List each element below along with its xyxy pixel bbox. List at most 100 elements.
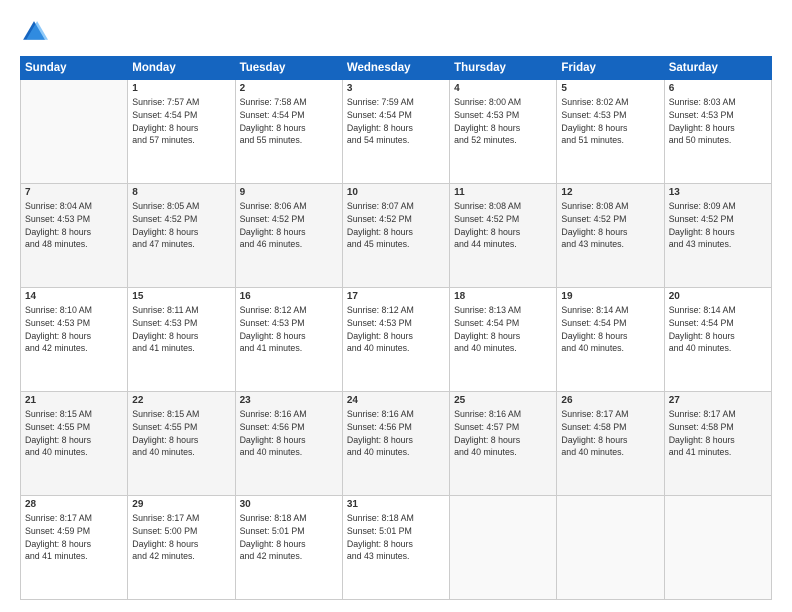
daylight-hours: Daylight: 8 hours <box>132 435 198 445</box>
calendar-cell: 13Sunrise: 8:09 AMSunset: 4:52 PMDayligh… <box>664 184 771 288</box>
cell-info: Sunrise: 8:18 AMSunset: 5:01 PMDaylight:… <box>347 512 445 563</box>
cell-line: Sunrise: 8:13 AM <box>454 305 521 315</box>
cell-line: and 57 minutes. <box>132 135 195 145</box>
cell-line: and 40 minutes. <box>240 447 303 457</box>
daylight-hours: Daylight: 8 hours <box>454 123 520 133</box>
calendar-cell <box>557 496 664 600</box>
cell-line: Sunset: 4:53 PM <box>25 318 90 328</box>
cell-line: and 42 minutes. <box>132 551 195 561</box>
day-number: 16 <box>240 291 338 302</box>
cell-line: and 41 minutes. <box>240 343 303 353</box>
cell-line: and 43 minutes. <box>347 551 410 561</box>
day-number: 31 <box>347 499 445 510</box>
calendar-cell: 18Sunrise: 8:13 AMSunset: 4:54 PMDayligh… <box>450 288 557 392</box>
cell-line: Sunset: 4:53 PM <box>132 318 197 328</box>
cell-line: Sunset: 4:56 PM <box>347 422 412 432</box>
calendar-cell: 25Sunrise: 8:16 AMSunset: 4:57 PMDayligh… <box>450 392 557 496</box>
calendar-header-cell: Tuesday <box>235 57 342 80</box>
day-number: 17 <box>347 291 445 302</box>
daylight-hours: Daylight: 8 hours <box>240 331 306 341</box>
calendar-cell: 22Sunrise: 8:15 AMSunset: 4:55 PMDayligh… <box>128 392 235 496</box>
calendar-header-row: SundayMondayTuesdayWednesdayThursdayFrid… <box>21 57 772 80</box>
cell-line: Sunset: 4:53 PM <box>669 110 734 120</box>
cell-info: Sunrise: 8:04 AMSunset: 4:53 PMDaylight:… <box>25 200 123 251</box>
cell-line: and 47 minutes. <box>132 239 195 249</box>
cell-line: Sunrise: 8:17 AM <box>561 409 628 419</box>
daylight-hours: Daylight: 8 hours <box>454 435 520 445</box>
calendar-week-row: 1Sunrise: 7:57 AMSunset: 4:54 PMDaylight… <box>21 80 772 184</box>
cell-line: Sunrise: 8:15 AM <box>25 409 92 419</box>
calendar-cell: 29Sunrise: 8:17 AMSunset: 5:00 PMDayligh… <box>128 496 235 600</box>
calendar-header-cell: Saturday <box>664 57 771 80</box>
cell-info: Sunrise: 8:17 AMSunset: 4:59 PMDaylight:… <box>25 512 123 563</box>
logo <box>20 18 52 46</box>
daylight-hours: Daylight: 8 hours <box>132 227 198 237</box>
daylight-hours: Daylight: 8 hours <box>240 539 306 549</box>
cell-info: Sunrise: 7:58 AMSunset: 4:54 PMDaylight:… <box>240 96 338 147</box>
cell-line: and 52 minutes. <box>454 135 517 145</box>
calendar-header-cell: Monday <box>128 57 235 80</box>
cell-line: and 41 minutes. <box>669 447 732 457</box>
cell-line: Sunset: 4:54 PM <box>561 318 626 328</box>
daylight-hours: Daylight: 8 hours <box>561 123 627 133</box>
cell-line: Sunrise: 8:17 AM <box>25 513 92 523</box>
cell-info: Sunrise: 8:14 AMSunset: 4:54 PMDaylight:… <box>669 304 767 355</box>
daylight-hours: Daylight: 8 hours <box>669 435 735 445</box>
calendar-cell: 20Sunrise: 8:14 AMSunset: 4:54 PMDayligh… <box>664 288 771 392</box>
cell-info: Sunrise: 8:03 AMSunset: 4:53 PMDaylight:… <box>669 96 767 147</box>
daylight-hours: Daylight: 8 hours <box>240 435 306 445</box>
day-number: 5 <box>561 83 659 94</box>
cell-info: Sunrise: 8:13 AMSunset: 4:54 PMDaylight:… <box>454 304 552 355</box>
daylight-hours: Daylight: 8 hours <box>347 123 413 133</box>
cell-line: Sunrise: 8:18 AM <box>347 513 414 523</box>
daylight-hours: Daylight: 8 hours <box>25 331 91 341</box>
cell-line: Sunrise: 8:07 AM <box>347 201 414 211</box>
cell-line: Sunrise: 8:11 AM <box>132 305 198 315</box>
cell-line: Sunrise: 8:08 AM <box>454 201 521 211</box>
cell-line: Sunrise: 8:17 AM <box>669 409 736 419</box>
cell-line: and 40 minutes. <box>561 447 624 457</box>
cell-line: Sunset: 4:54 PM <box>240 110 305 120</box>
cell-line: and 40 minutes. <box>454 447 517 457</box>
cell-line: and 45 minutes. <box>347 239 410 249</box>
day-number: 2 <box>240 83 338 94</box>
calendar-week-row: 21Sunrise: 8:15 AMSunset: 4:55 PMDayligh… <box>21 392 772 496</box>
calendar-cell: 3Sunrise: 7:59 AMSunset: 4:54 PMDaylight… <box>342 80 449 184</box>
cell-line: Sunset: 4:54 PM <box>347 110 412 120</box>
daylight-hours: Daylight: 8 hours <box>240 227 306 237</box>
calendar-cell: 24Sunrise: 8:16 AMSunset: 4:56 PMDayligh… <box>342 392 449 496</box>
calendar-cell: 26Sunrise: 8:17 AMSunset: 4:58 PMDayligh… <box>557 392 664 496</box>
cell-line: and 50 minutes. <box>669 135 732 145</box>
calendar-cell: 21Sunrise: 8:15 AMSunset: 4:55 PMDayligh… <box>21 392 128 496</box>
daylight-hours: Daylight: 8 hours <box>347 539 413 549</box>
cell-line: Sunrise: 8:16 AM <box>240 409 307 419</box>
calendar-cell: 27Sunrise: 8:17 AMSunset: 4:58 PMDayligh… <box>664 392 771 496</box>
cell-info: Sunrise: 8:09 AMSunset: 4:52 PMDaylight:… <box>669 200 767 251</box>
day-number: 15 <box>132 291 230 302</box>
cell-line: Sunrise: 8:06 AM <box>240 201 307 211</box>
cell-line: Sunrise: 8:18 AM <box>240 513 307 523</box>
daylight-hours: Daylight: 8 hours <box>132 539 198 549</box>
cell-info: Sunrise: 8:12 AMSunset: 4:53 PMDaylight:… <box>347 304 445 355</box>
daylight-hours: Daylight: 8 hours <box>240 123 306 133</box>
cell-info: Sunrise: 8:10 AMSunset: 4:53 PMDaylight:… <box>25 304 123 355</box>
cell-line: Sunrise: 7:57 AM <box>132 97 199 107</box>
calendar-cell: 28Sunrise: 8:17 AMSunset: 4:59 PMDayligh… <box>21 496 128 600</box>
cell-line: and 55 minutes. <box>240 135 303 145</box>
day-number: 22 <box>132 395 230 406</box>
daylight-hours: Daylight: 8 hours <box>347 227 413 237</box>
cell-line: Sunset: 4:52 PM <box>454 214 519 224</box>
cell-line: Sunrise: 8:03 AM <box>669 97 736 107</box>
cell-info: Sunrise: 8:16 AMSunset: 4:56 PMDaylight:… <box>240 408 338 459</box>
day-number: 7 <box>25 187 123 198</box>
calendar-cell: 6Sunrise: 8:03 AMSunset: 4:53 PMDaylight… <box>664 80 771 184</box>
cell-line: and 43 minutes. <box>669 239 732 249</box>
daylight-hours: Daylight: 8 hours <box>561 331 627 341</box>
cell-line: Sunrise: 8:05 AM <box>132 201 199 211</box>
cell-line: and 48 minutes. <box>25 239 88 249</box>
cell-line: Sunrise: 8:12 AM <box>347 305 414 315</box>
calendar-header-cell: Sunday <box>21 57 128 80</box>
cell-line: Sunset: 4:52 PM <box>240 214 305 224</box>
day-number: 8 <box>132 187 230 198</box>
cell-info: Sunrise: 8:07 AMSunset: 4:52 PMDaylight:… <box>347 200 445 251</box>
